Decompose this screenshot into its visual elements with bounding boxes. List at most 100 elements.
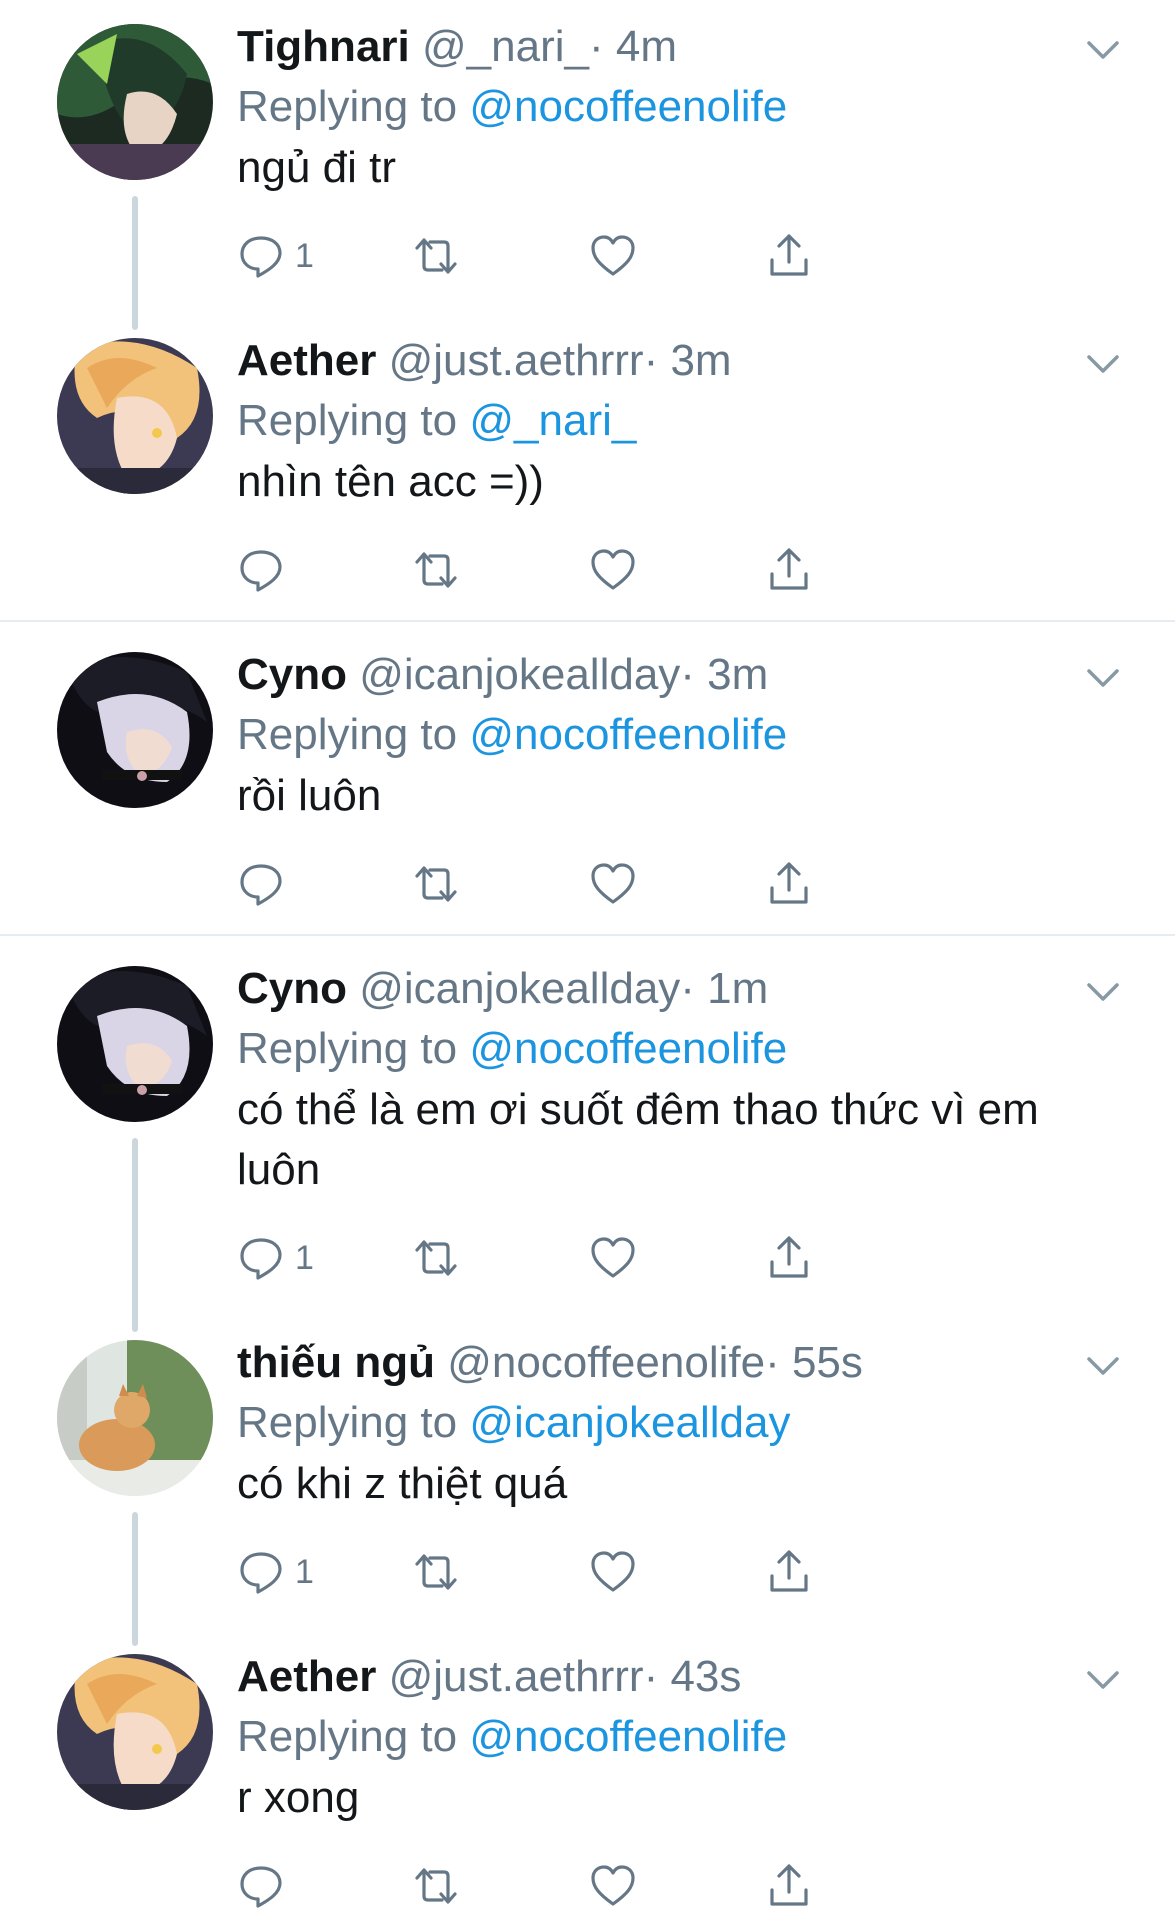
like-button[interactable] [589,1228,637,1288]
display-name[interactable]: Cyno [237,964,347,1013]
heart-icon [591,863,635,904]
handle[interactable]: @icanjokeallday [359,964,680,1013]
tweet-actions [237,854,997,914]
handle[interactable]: @_nari_ [422,22,589,71]
share-button[interactable] [765,226,813,286]
mention-link[interactable]: @nocoffeenolife [469,82,787,131]
timestamp[interactable]: · 4m [589,22,677,71]
avatar[interactable] [57,338,213,494]
tweet[interactable]: Aether @just.aethrrr· 3m Replying to @_n… [0,314,1175,620]
reply-icon [240,864,282,906]
timestamp[interactable]: · 55s [765,1338,863,1387]
chevron-down-icon[interactable] [1083,30,1123,70]
replying-to-label: Replying to [237,710,458,759]
timestamp[interactable]: · 3m [680,650,768,699]
tweet-actions: 1 [237,1228,997,1288]
reply-button[interactable]: 1 [237,226,314,286]
chevron-down-icon[interactable] [1083,1660,1123,1700]
cyno-avatar [57,652,213,808]
replying-to-label: Replying to [237,82,458,131]
handle[interactable]: @just.aethrrr [389,336,644,385]
retweet-icon [415,238,457,274]
reply-button[interactable] [237,1856,295,1916]
like-button[interactable] [589,854,637,914]
chevron-down-icon[interactable] [1083,658,1123,698]
avatar[interactable] [57,1654,213,1810]
reply-button[interactable]: 1 [237,1542,314,1602]
cat-avatar [57,1340,213,1496]
display-name[interactable]: Tighnari [237,22,410,71]
timestamp[interactable]: · 43s [644,1652,742,1701]
retweet-button[interactable] [412,540,460,600]
replying-to-label: Replying to [237,1024,458,1073]
chevron-down-icon[interactable] [1083,344,1123,384]
share-icon [770,862,808,904]
like-button[interactable] [589,226,637,286]
mention-link[interactable]: @nocoffeenolife [469,1712,787,1761]
avatar[interactable] [57,1340,213,1496]
tweet[interactable]: thiếu ngủ @nocoffeenolife· 55s Replying … [0,1316,1175,1646]
cyno-avatar [57,966,213,1122]
tweet[interactable]: Aether @just.aethrrr· 43s Replying to @n… [0,1630,1175,1920]
mention-link[interactable]: @_nari_ [469,396,636,445]
chevron-down-icon[interactable] [1083,1346,1123,1386]
avatar[interactable] [57,652,213,808]
retweet-icon [415,552,457,588]
share-icon [770,1550,808,1592]
avatar[interactable] [57,966,213,1122]
retweet-button[interactable] [412,1228,460,1288]
mention-link[interactable]: @nocoffeenolife [469,710,787,759]
reply-button[interactable] [237,854,295,914]
retweet-button[interactable] [412,226,460,286]
tweet[interactable]: Cyno @icanjokeallday· 3m Replying to @no… [0,628,1175,934]
retweet-icon [415,1554,457,1590]
aether-avatar [57,338,213,494]
mention-link[interactable]: @nocoffeenolife [469,1024,787,1073]
reply-button[interactable]: 1 [237,1228,314,1288]
share-icon [770,1864,808,1906]
timestamp[interactable]: · 1m [680,964,768,1013]
tweet-header: Aether @just.aethrrr· 43s [237,1650,1055,1704]
thread-line [132,196,138,330]
mention-link[interactable]: @icanjokeallday [469,1398,790,1447]
handle[interactable]: @just.aethrrr [389,1652,644,1701]
display-name[interactable]: thiếu ngủ [237,1338,435,1387]
aether-avatar [57,1654,213,1810]
retweet-button[interactable] [412,1542,460,1602]
tweet-actions: 1 [237,1542,997,1602]
retweet-icon [415,866,457,902]
share-button[interactable] [765,1542,813,1602]
display-name[interactable]: Cyno [237,650,347,699]
reply-button[interactable] [237,540,295,600]
display-name[interactable]: Aether [237,336,376,385]
tweet-feed: Tighnari @_nari_· 4m Replying to @nocoff… [0,0,1175,1920]
heart-icon [591,235,635,276]
replying-to: Replying to @icanjokeallday [237,1396,790,1450]
handle[interactable]: @icanjokeallday [359,650,680,699]
share-button[interactable] [765,1856,813,1916]
timestamp[interactable]: · 3m [644,336,732,385]
chevron-down-icon[interactable] [1083,972,1123,1012]
like-button[interactable] [589,540,637,600]
handle[interactable]: @nocoffeenolife [447,1338,765,1387]
retweet-button[interactable] [412,1856,460,1916]
tweet[interactable]: Tighnari @_nari_· 4m Replying to @nocoff… [0,0,1175,330]
reply-icon [240,550,282,592]
share-button[interactable] [765,1228,813,1288]
share-button[interactable] [765,854,813,914]
reply-count: 1 [295,236,314,275]
tweet-text: r xong [237,1773,360,1822]
replying-to: Replying to @_nari_ [237,394,636,448]
retweet-icon [415,1868,457,1904]
share-button[interactable] [765,540,813,600]
tweet-header: Cyno @icanjokeallday· 1m [237,962,1055,1016]
replying-to-label: Replying to [237,396,458,445]
tweet[interactable]: Cyno @icanjokeallday· 1m Replying to @no… [0,942,1175,1332]
tweet-header: Aether @just.aethrrr· 3m [237,334,1055,388]
like-button[interactable] [589,1542,637,1602]
like-button[interactable] [589,1856,637,1916]
display-name[interactable]: Aether [237,1652,376,1701]
avatar[interactable] [57,24,213,180]
heart-icon [591,1551,635,1592]
retweet-button[interactable] [412,854,460,914]
